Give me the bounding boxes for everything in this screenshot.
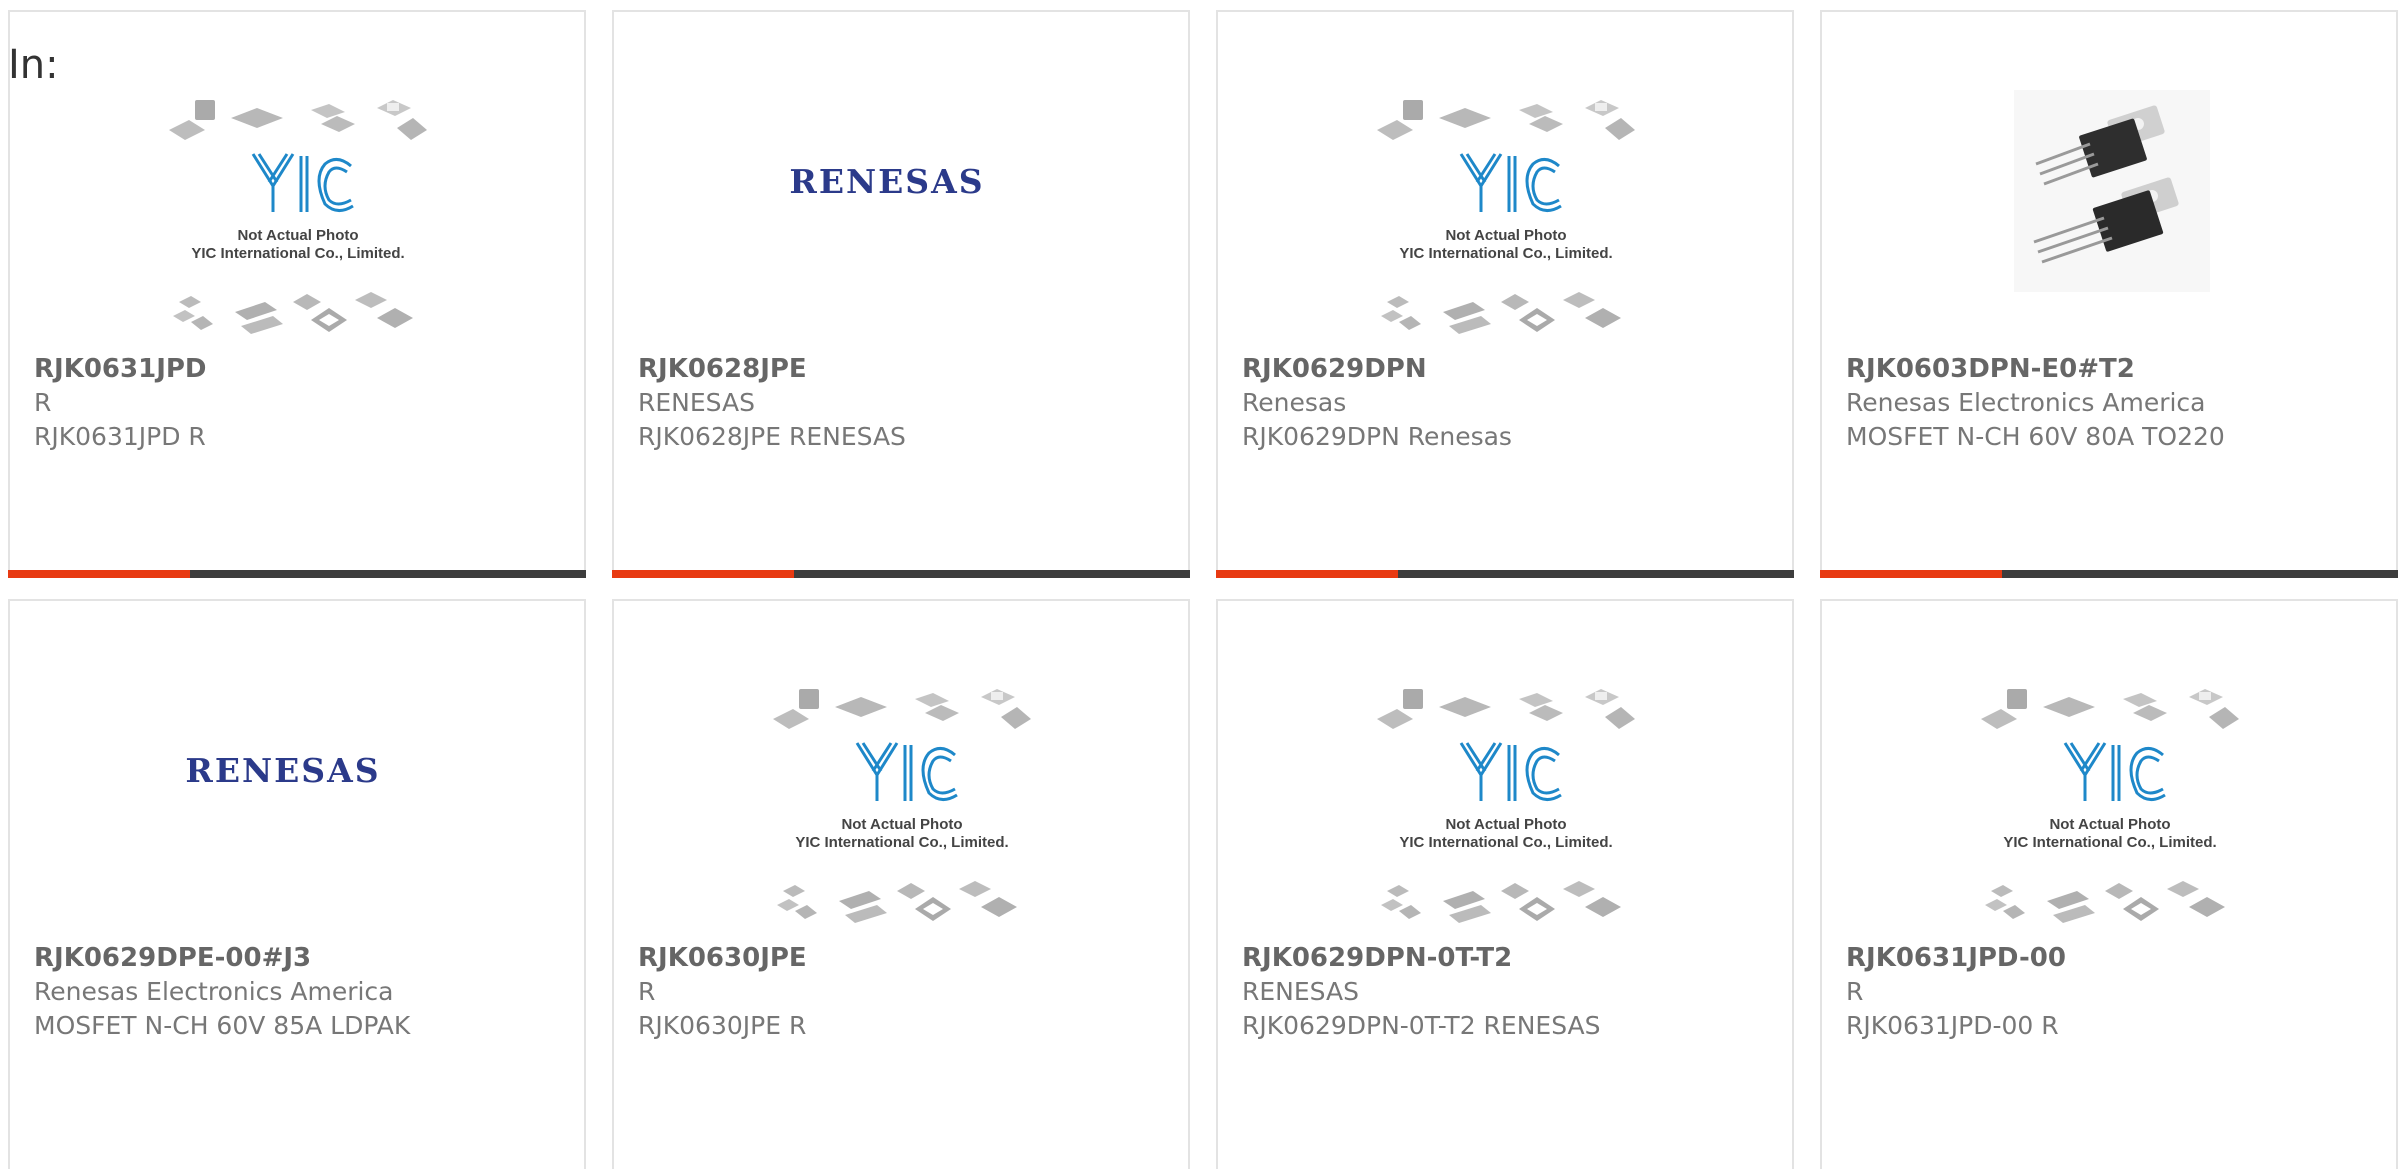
product-card[interactable]: RENESAS RJK0628JPE RENESAS RJK0628JPE RE… — [612, 10, 1190, 578]
product-description: RJK0629DPN-0T-T2 RENESAS — [1242, 1011, 1601, 1040]
part-number[interactable]: RJK0628JPE — [638, 352, 1172, 386]
product-description: MOSFET N-CH 60V 80A TO220 — [1846, 422, 2225, 451]
product-card[interactable]: RJK0631JPD R RJK0631JPD R — [8, 10, 586, 578]
card-accent-bar — [612, 570, 1190, 578]
transistor-photo-icon — [2014, 90, 2210, 292]
product-card[interactable]: RJK0603DPN-E0#T2 Renesas Electronics Ame… — [1820, 10, 2398, 578]
not-actual-photo-icon — [165, 94, 431, 346]
manufacturer: RENESAS — [638, 388, 755, 417]
card-accent-bar — [1820, 570, 2398, 578]
manufacturer: R — [34, 388, 52, 417]
product-description: RJK0628JPE RENESAS — [638, 422, 906, 451]
product-card[interactable]: RENESAS RJK0629DPE-00#J3 Renesas Electro… — [8, 599, 586, 1169]
product-card[interactable]: RJK0629DPN-0T-T2 RENESAS RJK0629DPN-0T-T… — [1216, 599, 1794, 1169]
product-card[interactable]: RJK0631JPD-00 R RJK0631JPD-00 R — [1820, 599, 2398, 1169]
product-description: MOSFET N-CH 60V 85A LDPAK — [34, 1011, 411, 1040]
product-info: RJK0629DPN-0T-T2 RENESAS RJK0629DPN-0T-T… — [1242, 941, 1776, 1043]
renesas-logo-icon: RENESAS — [178, 751, 388, 791]
not-actual-photo-icon — [1977, 683, 2243, 935]
product-info: RJK0603DPN-E0#T2 Renesas Electronics Ame… — [1846, 352, 2380, 454]
not-actual-photo-icon — [1373, 94, 1639, 346]
part-number[interactable]: RJK0630JPE — [638, 941, 1172, 975]
renesas-logo-icon: RENESAS — [782, 162, 992, 202]
manufacturer: Renesas Electronics America — [1846, 388, 2206, 417]
product-description: RJK0630JPE R — [638, 1011, 807, 1040]
product-info: RJK0630JPE R RJK0630JPE R — [638, 941, 1172, 1043]
card-accent-bar — [1216, 570, 1794, 578]
manufacturer: R — [1846, 977, 1864, 1006]
manufacturer: Renesas — [1242, 388, 1347, 417]
product-info: RJK0631JPD-00 R RJK0631JPD-00 R — [1846, 941, 2380, 1043]
part-number[interactable]: RJK0629DPE-00#J3 — [34, 941, 568, 975]
part-number[interactable]: RJK0629DPN-0T-T2 — [1242, 941, 1776, 975]
product-card[interactable]: RJK0630JPE R RJK0630JPE R — [612, 599, 1190, 1169]
product-info: RJK0629DPE-00#J3 Renesas Electronics Ame… — [34, 941, 568, 1043]
product-description: RJK0629DPN Renesas — [1242, 422, 1512, 451]
manufacturer: RENESAS — [1242, 977, 1359, 1006]
product-card[interactable]: RJK0629DPN Renesas RJK0629DPN Renesas — [1216, 10, 1794, 578]
product-description: RJK0631JPD R — [34, 422, 206, 451]
not-actual-photo-icon — [1373, 683, 1639, 935]
not-actual-photo-icon — [769, 683, 1035, 935]
manufacturer: Renesas Electronics America — [34, 977, 394, 1006]
manufacturer: R — [638, 977, 656, 1006]
product-info: RJK0628JPE RENESAS RJK0628JPE RENESAS — [638, 352, 1172, 454]
part-number[interactable]: RJK0629DPN — [1242, 352, 1776, 386]
product-description: RJK0631JPD-00 R — [1846, 1011, 2059, 1040]
in-filter-label: In: — [8, 42, 59, 88]
product-info: RJK0629DPN Renesas RJK0629DPN Renesas — [1242, 352, 1776, 454]
card-accent-bar — [8, 570, 586, 578]
svg-text:RENESAS: RENESAS — [789, 162, 984, 201]
part-number[interactable]: RJK0631JPD-00 — [1846, 941, 2380, 975]
part-number[interactable]: RJK0603DPN-E0#T2 — [1846, 352, 2380, 386]
svg-text:RENESAS: RENESAS — [185, 751, 380, 790]
part-number[interactable]: RJK0631JPD — [34, 352, 568, 386]
product-info: RJK0631JPD R RJK0631JPD R — [34, 352, 568, 454]
